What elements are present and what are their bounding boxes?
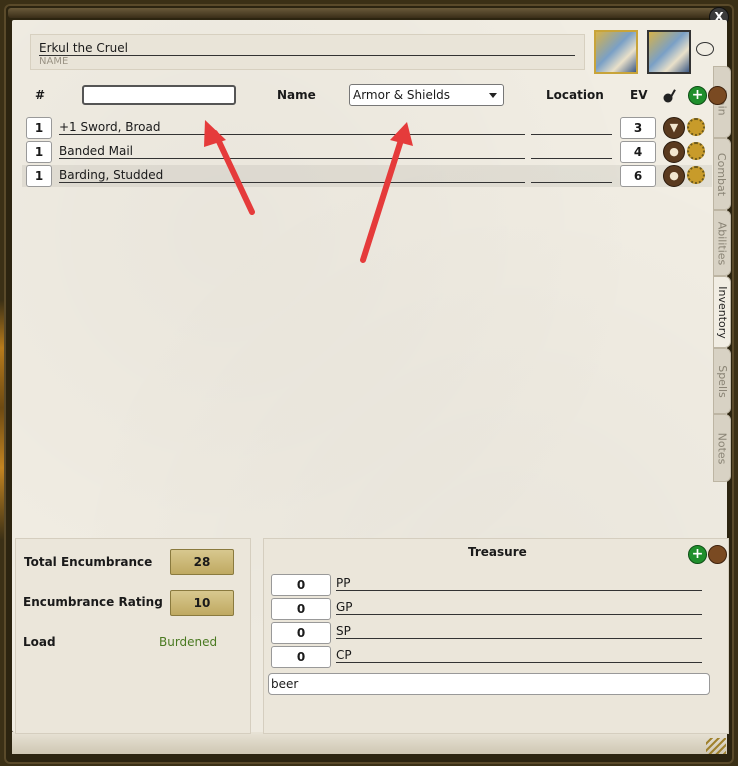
- coin-label[interactable]: SP: [336, 624, 702, 639]
- load-value: Burdened: [159, 635, 218, 649]
- add-coin-button[interactable]: +: [688, 545, 707, 564]
- coin-label[interactable]: PP: [336, 576, 702, 591]
- coin-amount[interactable]: 0: [271, 598, 331, 620]
- total-encumbrance-label: Total Encumbrance: [24, 555, 153, 569]
- annotation-arrow: [360, 122, 413, 263]
- edit-coins-button[interactable]: [708, 545, 727, 564]
- encumbrance-rating-value: 10: [170, 590, 234, 616]
- coin-label[interactable]: GP: [336, 600, 702, 615]
- total-encumbrance-value: 28: [170, 549, 234, 575]
- encumbrance-rating-label: Encumbrance Rating: [23, 595, 163, 609]
- coin-amount[interactable]: 0: [271, 622, 331, 644]
- treasure-notes-field[interactable]: beer: [268, 673, 710, 695]
- coin-label[interactable]: CP: [336, 648, 702, 663]
- coin-amount[interactable]: 0: [271, 646, 331, 668]
- annotation-arrow: [204, 120, 255, 215]
- coin-amount[interactable]: 0: [271, 574, 331, 596]
- treasure-title: Treasure: [468, 545, 527, 559]
- load-label: Load: [23, 635, 56, 649]
